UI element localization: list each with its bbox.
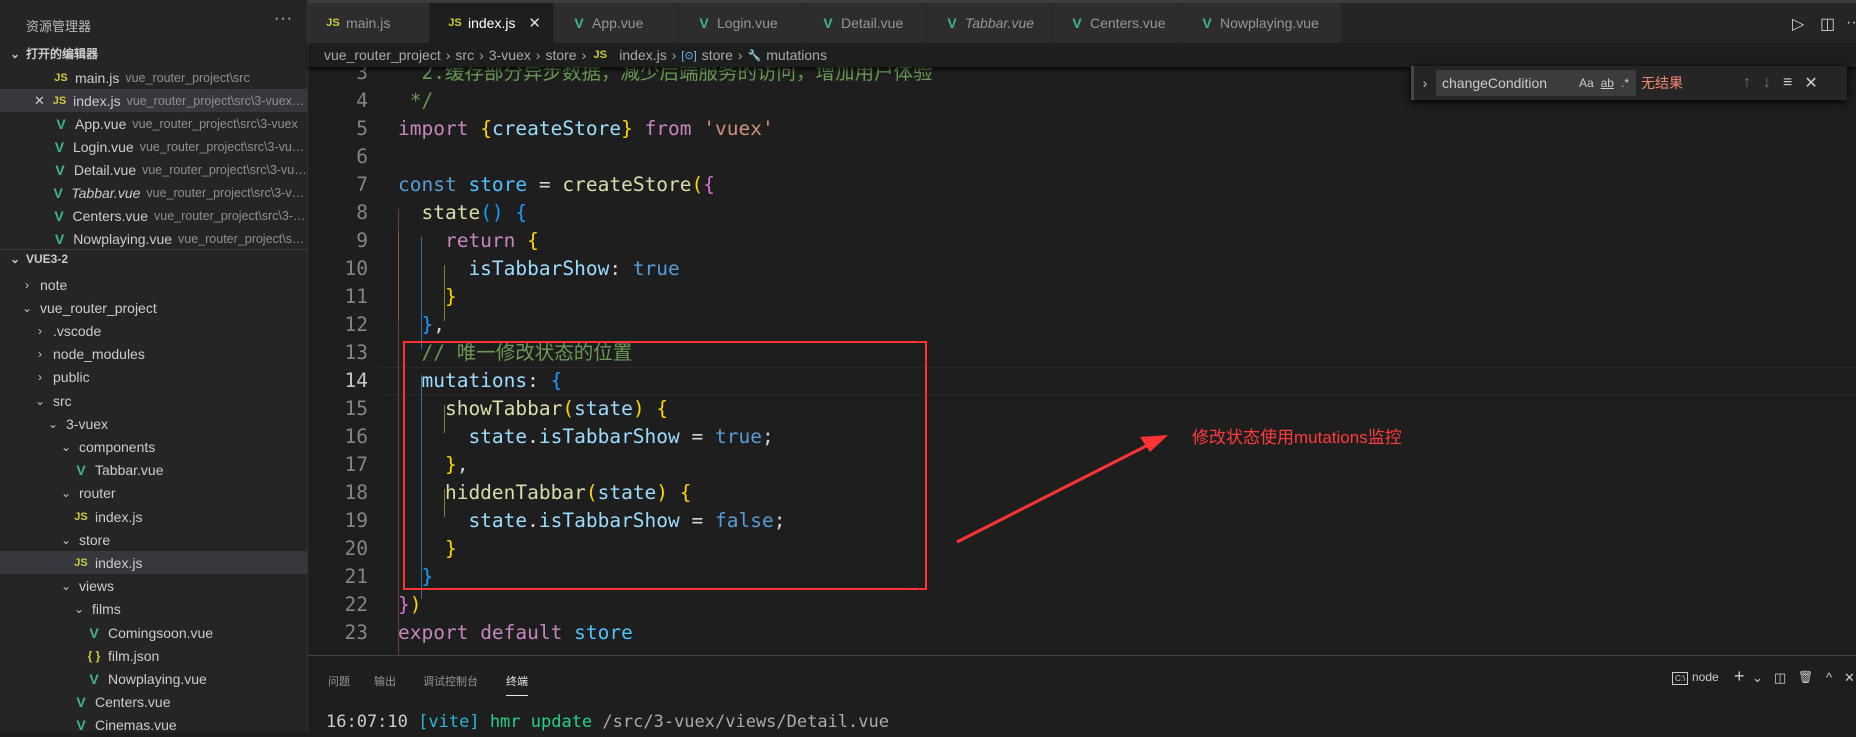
annotation-text: 修改状态使用mutations监控 bbox=[1192, 428, 1402, 447]
arrow-head bbox=[1140, 435, 1168, 452]
arrow-shaft bbox=[956, 442, 1151, 544]
annotation-arrow bbox=[956, 435, 1168, 544]
